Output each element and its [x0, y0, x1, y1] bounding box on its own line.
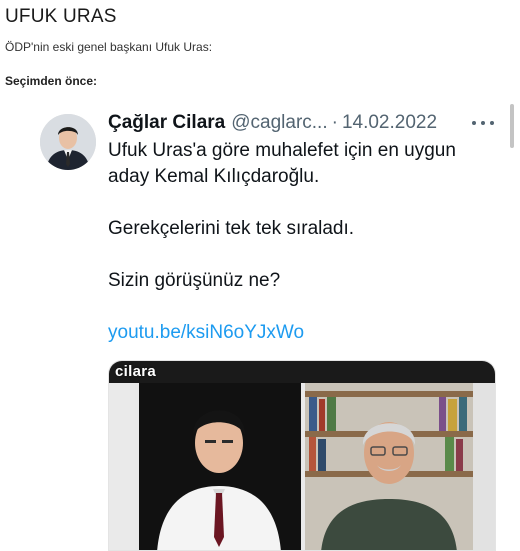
tweet-text-line: Gerekçelerini tek tek sıraladı.: [108, 218, 355, 239]
section-label: Seçimden önce:: [5, 74, 98, 88]
tweet-text-line: aday Kemal Kılıçdaroğlu.: [108, 166, 320, 187]
avatar[interactable]: [40, 114, 96, 170]
embedded-tweet: Çağlar Cilara @caglarc... · 14.02.2022 U…: [0, 100, 520, 551]
author-handle[interactable]: @caglarc...: [231, 112, 327, 134]
more-horizontal-icon[interactable]: [472, 116, 494, 130]
video-preview[interactable]: cilara: [108, 360, 496, 551]
tweet-date[interactable]: 14.02.2022: [342, 112, 437, 134]
tweet-header: Çağlar Cilara @caglarc... · 14.02.2022: [108, 112, 437, 134]
page-title: UFUK URAS: [5, 6, 117, 27]
avatar-image: [40, 114, 96, 170]
header-separator: ·: [331, 112, 338, 133]
tweet-text-line: Sizin görüşünüz ne?: [108, 270, 281, 291]
video-thumbnail: [109, 361, 495, 550]
scrollbar[interactable]: [510, 104, 514, 148]
tweet-text-line: Ufuk Uras'a göre muhalefet için en uygun: [108, 140, 456, 161]
author-name[interactable]: Çağlar Cilara: [108, 112, 225, 134]
intro-text: ÖDP'nin eski genel başkanı Ufuk Uras:: [5, 40, 213, 54]
video-brand-label: cilara: [115, 363, 156, 380]
tweet-link[interactable]: youtu.be/ksiN6oYJxWo: [108, 322, 304, 343]
tweet-text: Ufuk Uras'a göre muhalefet için en uygun…: [108, 138, 508, 346]
